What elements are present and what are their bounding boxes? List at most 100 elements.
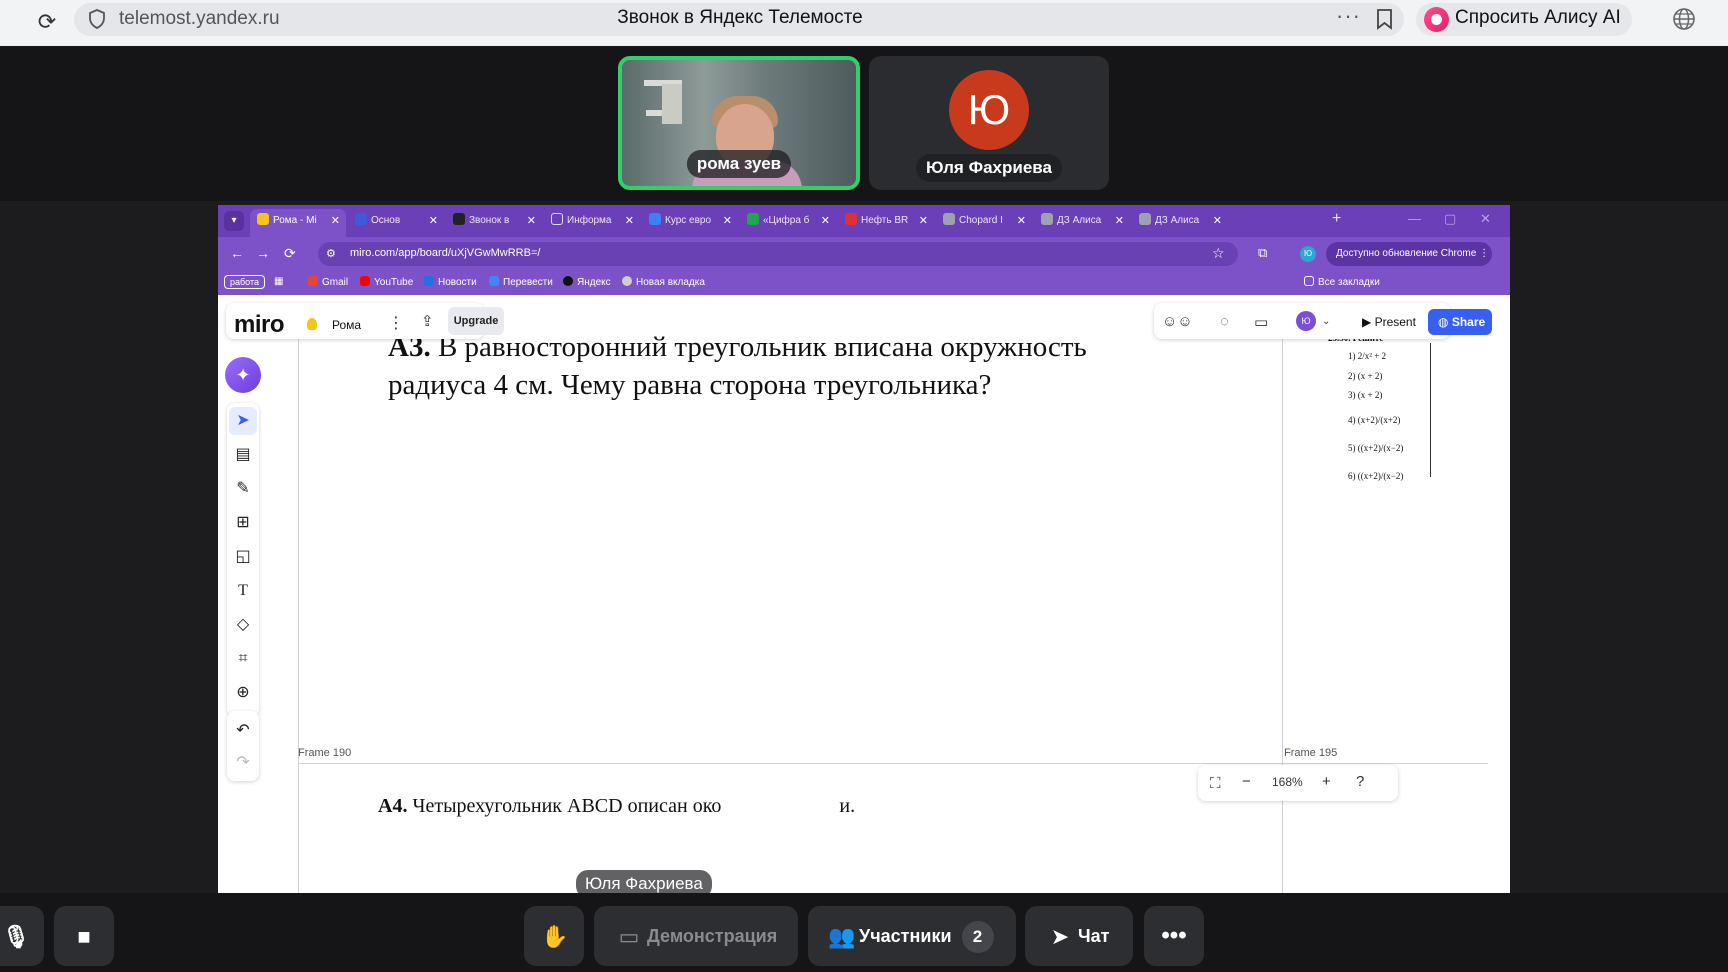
collaborator-avatar[interactable]: Ю: [1296, 311, 1316, 331]
chrome-tab[interactable]: Курс евро ✕: [642, 209, 738, 237]
participant-tile-active[interactable]: рома зуев: [618, 56, 860, 190]
bookmark-item[interactable]: Яндекс: [563, 276, 611, 288]
participant-tile[interactable]: Ю Юля Фахриева: [869, 56, 1109, 190]
chat-button[interactable]: ➤ Чат: [1025, 906, 1133, 966]
frame-label[interactable]: Frame 190: [298, 747, 351, 759]
chrome-tab[interactable]: Рома - Mi ✕: [250, 209, 346, 237]
bookmark-icon[interactable]: [1376, 8, 1393, 30]
shapes-icon[interactable]: ◇: [229, 611, 257, 639]
raise-hand-button[interactable]: ✋: [524, 906, 584, 966]
omnibox-url[interactable]: miro.com/app/board/uXjVGwMwRRB=/: [350, 247, 540, 259]
zoom-level[interactable]: 168%: [1272, 775, 1303, 789]
new-tab-icon[interactable]: +: [1332, 210, 1341, 228]
sticky-note-icon[interactable]: ◱: [229, 543, 257, 571]
chrome-tab-strip: ▾ Рома - Mi ✕ Основ ✕ Звонок в ✕ Информа ✕ К…: [218, 205, 1510, 237]
bookmark-group[interactable]: работа: [224, 275, 265, 289]
export-icon[interactable]: ⇪: [421, 312, 434, 330]
chrome-tab[interactable]: Звонок в ✕: [446, 209, 542, 237]
reload-icon[interactable]: ⟳: [284, 245, 296, 262]
close-icon: ✕: [918, 215, 928, 227]
text-tool-icon[interactable]: T: [229, 577, 257, 605]
miro-logo[interactable]: miro: [234, 311, 285, 339]
participants-strip: [0, 46, 1728, 201]
forward-icon[interactable]: →: [256, 245, 270, 261]
side-equation: 6) ((x+2)/(x−2): [1348, 471, 1404, 481]
more-button[interactable]: •••: [1144, 906, 1204, 966]
tab-favicon: [257, 213, 269, 225]
frame-tool-icon[interactable]: ⌗: [229, 645, 257, 673]
ask-alice-label[interactable]: Спросить Алису AI: [1455, 7, 1621, 29]
extensions-icon[interactable]: ⧉: [1258, 245, 1267, 261]
bookmark-item[interactable]: Перевести: [489, 276, 553, 288]
templates-icon[interactable]: ▤: [229, 441, 257, 469]
chrome-tab[interactable]: ДЗ Алиса ✕: [1132, 209, 1228, 237]
people-icon: 👥: [828, 924, 856, 950]
undo-panel: ↶ ↷: [227, 711, 259, 781]
upgrade-button[interactable]: Upgrade: [448, 307, 504, 335]
participants-button[interactable]: 👥 Участники 2: [808, 906, 1016, 966]
close-icon: ✕: [624, 215, 634, 227]
table-icon[interactable]: ⊞: [229, 509, 257, 537]
chrome-tab[interactable]: Нефть BR ✕: [838, 209, 934, 237]
close-icon: ✕: [1114, 215, 1124, 227]
share-button[interactable]: ◍ Share: [1428, 309, 1492, 335]
close-icon: ✕: [820, 215, 830, 227]
chrome-toolbar: ← → ⟳ ⚙ miro.com/app/board/uXjVGwMwRRB=/…: [218, 237, 1510, 271]
zoom-out-icon[interactable]: −: [1242, 773, 1251, 790]
chrome-tab[interactable]: Информа ✕: [544, 209, 640, 237]
site-settings-icon[interactable]: ⚙: [326, 247, 336, 260]
camera-button[interactable]: ■: [54, 906, 114, 966]
bookmark-item[interactable]: Новая вкладка: [622, 276, 705, 288]
bookmark-item[interactable]: YouTube: [360, 276, 413, 288]
board-menu-icon[interactable]: ⋮: [388, 313, 404, 333]
close-icon: ✕: [1212, 215, 1222, 227]
side-equation: 2) (x + 2): [1348, 371, 1383, 381]
back-icon[interactable]: ←: [230, 245, 244, 261]
bookmark-item[interactable]: Новости: [424, 276, 477, 288]
bookmarks-bar: работа ▦ Gmail YouTube Новости Перевести…: [218, 271, 1510, 295]
screen-icon: ▭: [618, 924, 640, 950]
globe-icon[interactable]: [1672, 7, 1696, 31]
help-icon[interactable]: ?: [1356, 773, 1364, 790]
redo-icon[interactable]: ↷: [229, 749, 257, 777]
video-icon[interactable]: ▭: [1254, 313, 1268, 331]
side-frame-rule: [1430, 343, 1431, 477]
profile-avatar[interactable]: Ю: [1300, 246, 1316, 262]
star-icon[interactable]: ☆: [1212, 245, 1225, 262]
comments-icon[interactable]: ◌: [1220, 313, 1229, 330]
close-icon: ✕: [526, 215, 536, 227]
miro-toolbar: ✦ ➤ ▤ ✎ ⊞ ◱ T ◇ ⌗ ⊕ ↶ ↷: [225, 351, 261, 783]
chrome-tab[interactable]: Основ ✕: [348, 209, 444, 237]
fit-to-screen-icon[interactable]: ⛶: [1210, 775, 1221, 792]
more-icon[interactable]: ···: [1336, 3, 1361, 29]
reactions-icon[interactable]: ☺☺: [1162, 313, 1193, 330]
apps-icon[interactable]: ▦: [274, 276, 283, 287]
frame-border: [298, 335, 299, 893]
select-tool-icon[interactable]: ➤: [229, 407, 257, 435]
miro-board[interactable]: А3. В равносторонний треугольник вписана…: [218, 295, 1510, 893]
side-equation: 1) 2/x² + 2: [1348, 351, 1387, 361]
all-bookmarks[interactable]: Все закладки: [1304, 276, 1380, 288]
undo-icon[interactable]: ↶: [229, 717, 257, 745]
zoom-in-icon[interactable]: +: [1322, 773, 1331, 790]
chrome-tab[interactable]: «Цифра б ✕: [740, 209, 836, 237]
browser-bar: ⟳ telemost.yandex.ru Звонок в Яндекс Тел…: [0, 0, 1728, 46]
bookmark-item[interactable]: Gmail: [308, 276, 348, 288]
restore-icon[interactable]: ▢: [1444, 211, 1456, 227]
chrome-tab[interactable]: Chopard I ✕: [936, 209, 1032, 237]
screen-share-button[interactable]: ▭ Демонстрация: [594, 906, 798, 966]
microphone-button[interactable]: 🎙: [0, 906, 44, 966]
add-apps-icon[interactable]: ⊕: [229, 679, 257, 707]
present-button[interactable]: ▶ Present: [1352, 309, 1422, 335]
chrome-tab[interactable]: ДЗ Алиса ✕: [1034, 209, 1130, 237]
frame-label[interactable]: Frame 195: [1284, 747, 1337, 759]
tab-search-icon[interactable]: ▾: [224, 211, 244, 231]
pen-icon[interactable]: ✎: [229, 475, 257, 503]
ai-sparkle-icon[interactable]: ✦: [225, 357, 261, 393]
task-a3-line2: радиуса 4 см. Чему равна сторона треугол…: [388, 369, 992, 401]
board-name[interactable]: Рома: [332, 318, 361, 332]
chevron-down-icon[interactable]: ⌄: [1322, 316, 1330, 327]
close-window-icon[interactable]: ✕: [1480, 211, 1491, 227]
minimize-icon[interactable]: —: [1408, 211, 1421, 226]
chrome-update-button[interactable]: Доступно обновление Chrome ⋮: [1326, 242, 1492, 266]
